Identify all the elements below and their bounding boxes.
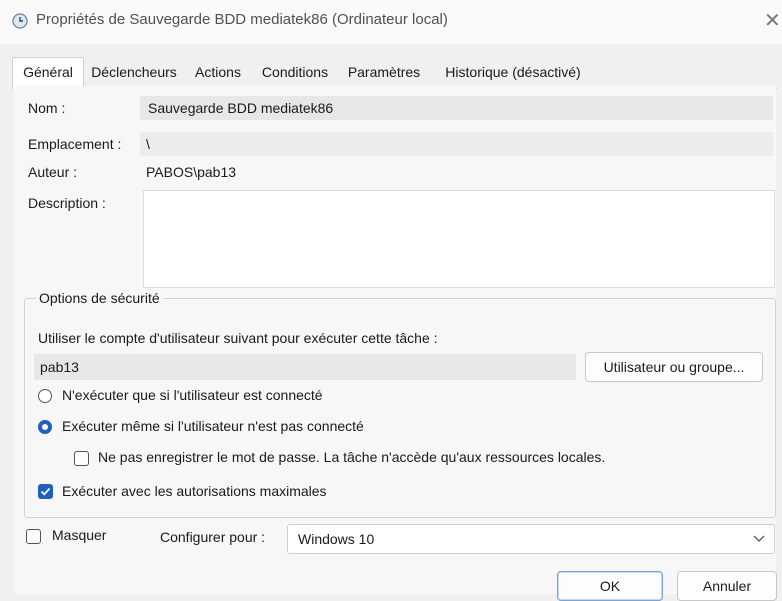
- location-label: Emplacement :: [28, 136, 122, 152]
- run-whether-logged-radio[interactable]: [38, 420, 52, 434]
- hidden-checkbox[interactable]: [26, 529, 41, 544]
- account-field: pab13: [34, 354, 576, 380]
- close-icon[interactable]: ✕: [764, 8, 781, 33]
- tab-bar: Général Déclencheurs Actions Conditions …: [12, 57, 777, 90]
- hidden-label[interactable]: Masquer: [52, 527, 106, 543]
- name-label: Nom :: [28, 100, 66, 116]
- author-value: PABOS\pab13: [146, 164, 237, 180]
- tab-history[interactable]: Historique (désactivé): [430, 58, 596, 86]
- description-textarea[interactable]: [143, 190, 775, 288]
- author-label: Auteur :: [28, 164, 78, 180]
- chevron-down-icon: [752, 531, 766, 548]
- user-or-group-button[interactable]: Utilisateur ou groupe...: [585, 352, 763, 382]
- no-store-password-checkbox[interactable]: [74, 451, 89, 466]
- security-group-title: Options de sécurité: [36, 290, 163, 306]
- configure-for-label: Configurer pour :: [160, 529, 266, 545]
- tab-actions[interactable]: Actions: [188, 58, 248, 86]
- run-logged-on-label[interactable]: N'exécuter que si l'utilisateur est conn…: [62, 387, 323, 403]
- account-value: pab13: [40, 359, 79, 375]
- tab-triggers[interactable]: Déclencheurs: [84, 58, 184, 86]
- highest-privileges-label[interactable]: Exécuter avec les autorisations maximale…: [62, 483, 327, 499]
- name-field[interactable]: Sauvegarde BDD mediatek86: [140, 96, 773, 120]
- task-scheduler-icon: [12, 13, 28, 29]
- configure-for-value: Windows 10: [298, 531, 375, 547]
- configure-for-dropdown[interactable]: Windows 10: [287, 524, 775, 554]
- highest-privileges-checkbox[interactable]: [38, 484, 53, 499]
- cancel-button[interactable]: Annuler: [677, 571, 777, 601]
- window-title: Propriétés de Sauvegarde BDD mediatek86 …: [36, 11, 448, 28]
- name-value: Sauvegarde BDD mediatek86: [148, 100, 334, 116]
- run-whether-logged-label[interactable]: Exécuter même si l'utilisateur n'est pas…: [62, 418, 364, 434]
- run-logged-on-radio[interactable]: [38, 389, 52, 403]
- account-prompt: Utiliser le compte d'utilisateur suivant…: [38, 330, 438, 346]
- location-value: \: [146, 136, 150, 152]
- title-bar: Propriétés de Sauvegarde BDD mediatek86 …: [0, 0, 782, 44]
- no-store-password-label[interactable]: Ne pas enregistrer le mot de passe. La t…: [98, 449, 605, 465]
- description-label: Description :: [28, 195, 106, 211]
- tab-settings[interactable]: Paramètres: [342, 58, 426, 86]
- checkmark-icon: [40, 487, 51, 496]
- location-field: \: [140, 132, 773, 156]
- tab-conditions[interactable]: Conditions: [252, 58, 338, 86]
- ok-button[interactable]: OK: [557, 571, 663, 601]
